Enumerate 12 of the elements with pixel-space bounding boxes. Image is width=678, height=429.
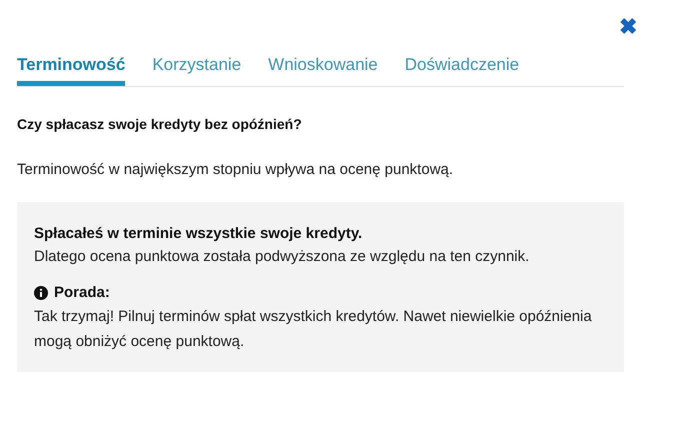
tip-text: Tak trzymaj! Pilnuj terminów spłat wszystkich kredytów. Nawet niewielkie opóźnienia mogą obniżyć ocenę punktową. [34,307,593,352]
info-icon [34,286,48,300]
description: Terminowość w największym stopniu wpływa na ocenę punktową. [17,160,454,180]
close-button[interactable]: ✖ [619,16,637,38]
tab[interactable]: Doświadczenie [404,52,520,86]
result-title: Spłacałeś w terminie wszystkie swoje kredyty. [34,224,364,244]
tab[interactable]: Wnioskowanie [268,52,378,86]
tip-label: Porada: [54,282,110,302]
tab[interactable]: Terminowość [17,52,126,86]
result-text: Dlatego ocena punktowa została podwyższona ze względu na ten czynnik. [34,246,530,266]
question: Czy spłacasz swoje kredyty bez opóźnień? [17,114,303,134]
tab[interactable]: Korzystanie [152,52,242,86]
